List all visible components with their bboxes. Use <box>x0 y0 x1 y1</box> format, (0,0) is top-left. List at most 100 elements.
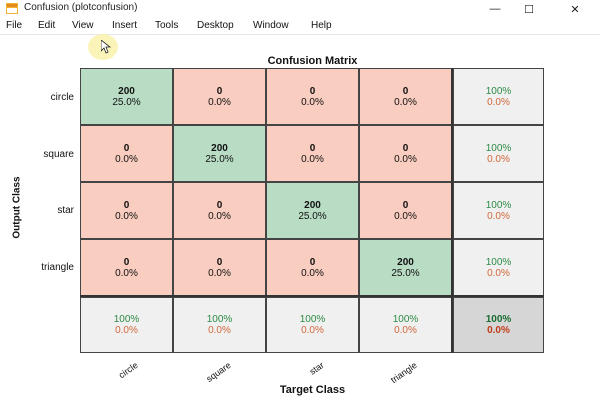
minimize-button[interactable]: — <box>480 0 510 18</box>
cell-percent: 0.0% <box>115 210 138 222</box>
menu-edit[interactable]: Edit <box>38 20 55 31</box>
menu-tools[interactable]: Tools <box>155 20 178 31</box>
row-error: 0.0% <box>487 96 510 108</box>
col-label-circle: circle <box>116 360 140 381</box>
matrix-cell: 0 0.0% <box>173 239 266 296</box>
row-summary-cell: 100% 0.0% <box>453 239 544 296</box>
cell-percent: 0.0% <box>301 96 324 108</box>
cell-count: 200 <box>118 85 135 97</box>
matrix-cell: 0 0.0% <box>266 239 359 296</box>
matrix-cell: 0 0.0% <box>359 125 452 182</box>
cell-percent: 0.0% <box>301 153 324 165</box>
cell-count: 0 <box>309 142 316 154</box>
overall-accuracy-cell: 100% 0.0% <box>453 297 544 353</box>
cell-count: 0 <box>216 256 223 268</box>
matrix-cell: 0 0.0% <box>80 125 173 182</box>
overall-accuracy: 100% <box>485 314 512 325</box>
cell-count: 200 <box>211 142 228 154</box>
col-summary-cell: 100% 0.0% <box>173 297 266 353</box>
matlab-figure-icon <box>6 3 18 14</box>
cell-percent: 0.0% <box>208 210 231 222</box>
cell-count: 0 <box>216 199 223 211</box>
window-title: Confusion (plotconfusion) <box>24 2 138 13</box>
matrix-cell: 200 25.0% <box>359 239 452 296</box>
menu-file[interactable]: File <box>6 20 22 31</box>
cell-count: 0 <box>309 256 316 268</box>
maximize-icon: ☐ <box>524 3 534 16</box>
summary-divider-vertical <box>451 68 453 353</box>
menu-desktop[interactable]: Desktop <box>197 20 234 31</box>
minimize-icon: — <box>489 3 501 15</box>
menu-view[interactable]: View <box>72 20 94 31</box>
col-label-star: star <box>307 360 326 377</box>
row-summary-cell: 100% 0.0% <box>453 68 544 125</box>
close-icon: ✕ <box>570 3 580 16</box>
row-accuracy: 100% <box>485 256 512 268</box>
matrix-cell: 200 25.0% <box>173 125 266 182</box>
matrix-cell: 0 0.0% <box>359 182 452 239</box>
col-label-square: square <box>204 360 233 384</box>
cell-count: 0 <box>309 85 316 97</box>
matrix-cell: 0 0.0% <box>173 182 266 239</box>
col-summary-cell: 100% 0.0% <box>80 297 173 353</box>
cell-percent: 0.0% <box>394 96 417 108</box>
maximize-button[interactable]: ☐ <box>514 0 544 18</box>
row-accuracy: 100% <box>485 142 512 154</box>
cell-percent: 0.0% <box>208 267 231 279</box>
row-label-square: square <box>43 149 74 160</box>
cell-count: 0 <box>402 199 409 211</box>
cell-count: 0 <box>402 142 409 154</box>
row-summary-cell: 100% 0.0% <box>453 125 544 182</box>
menu-window[interactable]: Window <box>253 20 289 31</box>
matrix-cell: 0 0.0% <box>359 68 452 125</box>
summary-divider-horizontal <box>80 295 544 297</box>
col-error: 0.0% <box>301 325 324 336</box>
menu-bar: File Edit View Insert Tools Desktop Wind… <box>0 18 600 34</box>
cell-percent: 0.0% <box>394 210 417 222</box>
matrix-cell: 0 0.0% <box>80 239 173 296</box>
menu-insert[interactable]: Insert <box>112 20 137 31</box>
col-accuracy: 100% <box>206 314 233 325</box>
row-label-star: star <box>57 205 74 216</box>
row-label-triangle: triangle <box>41 262 74 273</box>
row-accuracy: 100% <box>485 199 512 211</box>
cell-percent: 25.0% <box>391 267 420 279</box>
cell-percent: 25.0% <box>298 210 327 222</box>
x-axis-label: Target Class <box>279 384 346 396</box>
cell-count: 0 <box>123 199 130 211</box>
title-bar: Confusion (plotconfusion) — ☐ ✕ <box>0 0 600 18</box>
col-error: 0.0% <box>115 325 138 336</box>
matrix-cell: 0 0.0% <box>266 125 359 182</box>
col-summary-cell: 100% 0.0% <box>359 297 452 353</box>
matrix-cell: 0 0.0% <box>173 68 266 125</box>
cell-percent: 25.0% <box>112 96 141 108</box>
menu-help[interactable]: Help <box>311 20 332 31</box>
cell-percent: 0.0% <box>208 96 231 108</box>
mouse-pointer-icon <box>101 40 111 54</box>
col-accuracy: 100% <box>392 314 419 325</box>
matrix-cell: 0 0.0% <box>266 68 359 125</box>
row-error: 0.0% <box>487 210 510 222</box>
col-accuracy: 100% <box>299 314 326 325</box>
cell-count: 0 <box>123 256 130 268</box>
close-button[interactable]: ✕ <box>560 0 590 18</box>
cell-percent: 0.0% <box>115 153 138 165</box>
row-error: 0.0% <box>487 267 510 279</box>
cell-percent: 25.0% <box>205 153 234 165</box>
cell-count: 0 <box>402 85 409 97</box>
cell-percent: 0.0% <box>115 267 138 279</box>
cell-count: 200 <box>397 256 414 268</box>
row-label-circle: circle <box>50 92 74 103</box>
row-summary-cell: 100% 0.0% <box>453 182 544 239</box>
matrix-cell: 200 25.0% <box>266 182 359 239</box>
menu-divider <box>0 34 600 35</box>
col-error: 0.0% <box>208 325 231 336</box>
matrix-cell: 0 0.0% <box>80 182 173 239</box>
row-accuracy: 100% <box>485 85 512 97</box>
matrix-cell: 200 25.0% <box>80 68 173 125</box>
figure-window: Confusion (plotconfusion) — ☐ ✕ File Edi… <box>0 0 600 400</box>
cell-percent: 0.0% <box>301 267 324 279</box>
col-summary-cell: 100% 0.0% <box>266 297 359 353</box>
col-label-triangle: triangle <box>388 360 419 386</box>
cell-percent: 0.0% <box>394 153 417 165</box>
